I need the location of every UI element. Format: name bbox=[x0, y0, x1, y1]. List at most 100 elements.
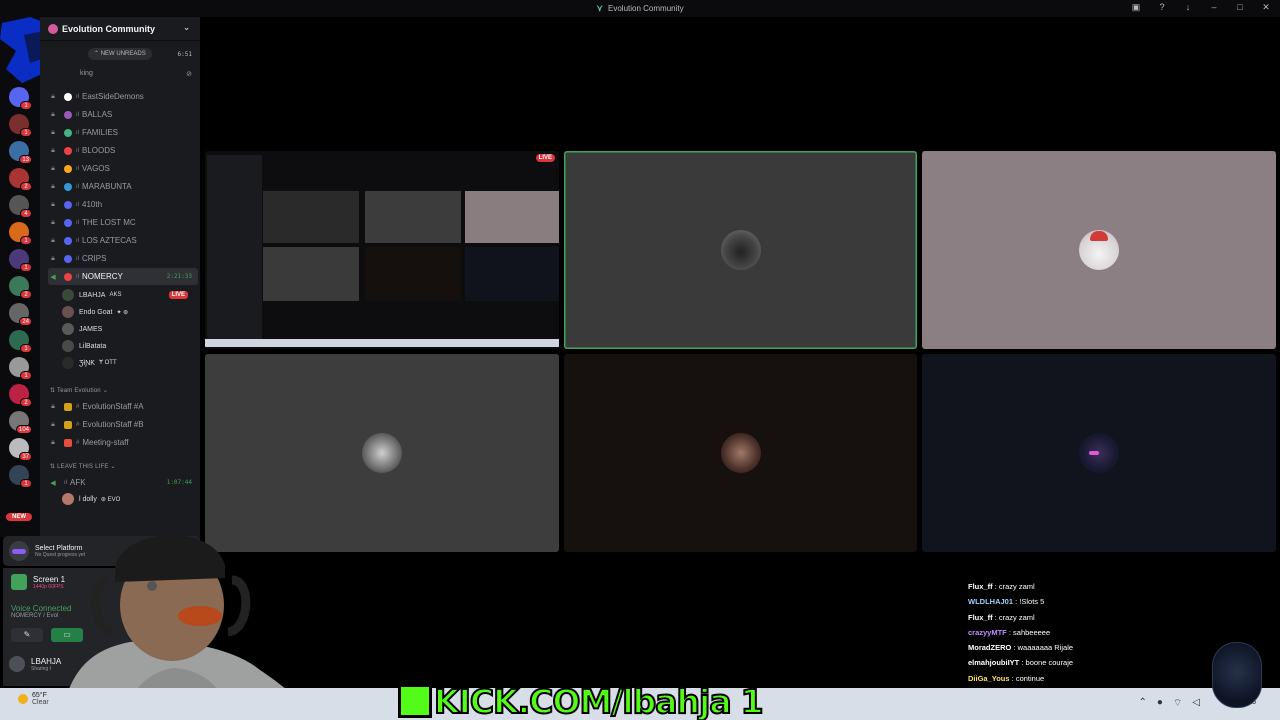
voice-channel[interactable]: 🔒︎ ıl FAMILIES bbox=[48, 124, 198, 141]
voice-member[interactable]: LBAHJA AKS LIVE bbox=[62, 287, 194, 303]
participant-tile-5[interactable] bbox=[564, 354, 917, 552]
server-icon[interactable]: 1 bbox=[9, 330, 32, 353]
server-icon[interactable]: 1 bbox=[9, 222, 32, 245]
server-icon[interactable]: 1 bbox=[9, 357, 32, 380]
channel-name: VAGOS bbox=[82, 164, 110, 173]
avatar bbox=[62, 493, 74, 505]
server-icon[interactable]: 4 bbox=[9, 195, 32, 218]
category-leave-this-life[interactable]: ⇅ LEAVE THIS LIFE ⌄ bbox=[50, 463, 116, 470]
mute-icon: ⊘ bbox=[186, 71, 192, 78]
lock-icon: 🔒︎ bbox=[51, 146, 55, 154]
channel-name: EvolutionStaff #B bbox=[82, 420, 144, 429]
server-icon[interactable]: 1 bbox=[9, 114, 32, 137]
channel-timer: 2:21:33 bbox=[166, 273, 192, 280]
voice-channel[interactable]: 🔒︎ ıl LOS AZTECAS bbox=[48, 232, 198, 249]
server-icon[interactable]: 37 bbox=[9, 438, 32, 461]
stream-tile-lbahja[interactable]: LIVE bbox=[205, 151, 559, 349]
mention-badge: 1 bbox=[20, 371, 32, 380]
channel-name: FAMILIES bbox=[82, 128, 119, 137]
mic-icon[interactable]: ● bbox=[1157, 697, 1163, 710]
voice-channel[interactable]: 🔒︎ ıl 410th bbox=[48, 196, 198, 213]
participant-tile-3[interactable] bbox=[922, 151, 1276, 349]
server-icon[interactable]: 1 bbox=[9, 249, 32, 272]
title-bar: ⋎ Evolution Community ▣ ? ↓ – □ ✕ bbox=[0, 0, 1280, 17]
voice-member-afk[interactable]: l dolly ⊛ EVO bbox=[62, 491, 194, 507]
close-icon[interactable]: ✕ bbox=[1260, 2, 1272, 13]
avatar bbox=[62, 340, 74, 352]
channel-name: AFK bbox=[70, 478, 86, 487]
phoenix-emblem-icon bbox=[1212, 642, 1262, 708]
server-icon[interactable]: 1 bbox=[9, 465, 32, 488]
inbox-icon[interactable]: ▣ bbox=[1130, 2, 1142, 13]
minimize-icon[interactable]: – bbox=[1208, 2, 1220, 13]
mention-badge: 13 bbox=[19, 155, 32, 164]
stream-preview-tile bbox=[465, 191, 559, 243]
stream-preview-tile bbox=[465, 247, 559, 301]
server-icon[interactable]: 2 bbox=[9, 384, 32, 407]
participant-tile-6[interactable] bbox=[922, 354, 1276, 552]
voice-icon: ıl bbox=[76, 219, 79, 226]
channel-king[interactable]: king bbox=[80, 70, 93, 77]
chat-message: crazyyMTF : sahbeeeee bbox=[968, 627, 1051, 637]
voice-channel[interactable]: 🔒︎ ıl BLOODS bbox=[48, 142, 198, 159]
voice-icon: ıl bbox=[76, 111, 79, 118]
server-icon[interactable]: 24 bbox=[9, 303, 32, 326]
server-icon[interactable]: 104 bbox=[9, 411, 32, 434]
stream-preview-tile bbox=[365, 247, 461, 301]
chat-username: Flux_ff bbox=[968, 582, 993, 591]
channel-dot-icon bbox=[64, 254, 72, 263]
server-icon[interactable]: 1 bbox=[9, 87, 32, 110]
unread-time: 6:51 bbox=[177, 51, 192, 58]
voice-channel-nomercy[interactable]: ◀ ıl NOMERCY 2:21:33 bbox=[48, 268, 198, 285]
voice-icon: ıl bbox=[76, 201, 79, 208]
download-icon[interactable]: ↓ bbox=[1182, 2, 1194, 13]
category-team-evolution[interactable]: ⇅ Team Evolution ⌄ bbox=[50, 387, 108, 394]
staff-channel[interactable]: 🔒︎ # EvolutionStaff #B bbox=[48, 416, 198, 433]
participant-tile-2[interactable] bbox=[564, 151, 917, 349]
lock-icon bbox=[64, 420, 72, 429]
channel-dot-icon bbox=[64, 164, 72, 173]
channel-name: NOMERCY bbox=[82, 272, 123, 281]
chat-username: WLDLHAJ01 bbox=[968, 597, 1014, 607]
weather-widget[interactable]: 65°F Clear bbox=[18, 692, 49, 706]
avatar bbox=[62, 357, 74, 369]
member-tag: ⊛ EVO bbox=[100, 496, 121, 503]
voice-channel[interactable]: 🔒︎ ıl EastSideDemons bbox=[48, 88, 198, 105]
voice-channel[interactable]: 🔒︎ ıl VAGOS bbox=[48, 160, 198, 177]
voice-member[interactable]: JAMES bbox=[62, 321, 194, 337]
voice-channel[interactable]: 🔒︎ ıl BALLAS bbox=[48, 106, 198, 123]
mention-badge: 37 bbox=[19, 452, 32, 461]
voice-channel-afk[interactable]: ◀ ıl AFK 1:07:44 bbox=[48, 474, 198, 491]
avatar bbox=[362, 433, 402, 473]
window-title: ⋎ Evolution Community bbox=[596, 3, 683, 14]
maximize-icon[interactable]: □ bbox=[1234, 2, 1246, 13]
staff-channel[interactable]: 🔒︎ # Meeting-staff bbox=[48, 434, 198, 451]
voice-member[interactable]: Endo Goat ✦ ⊛ bbox=[62, 304, 194, 320]
chevron-down-icon[interactable]: ⌄ bbox=[183, 23, 190, 32]
chevron-up-icon[interactable]: ⌃ bbox=[1138, 697, 1146, 710]
chat-message: Flux_ff : crazy zaml bbox=[968, 612, 1035, 622]
staff-channel[interactable]: 🔒︎ # EvolutionStaff #A bbox=[48, 398, 198, 415]
server-header[interactable]: Evolution Community ⌄ bbox=[40, 17, 200, 41]
server-icon[interactable]: 13 bbox=[9, 141, 32, 164]
volume-icon[interactable]: ◁ bbox=[1192, 697, 1200, 710]
channel-dot-icon bbox=[64, 272, 72, 281]
temperature: 65°F bbox=[32, 692, 47, 699]
voice-channel[interactable]: 🔒︎ ıl CRIPS bbox=[48, 250, 198, 267]
voice-channel[interactable]: 🔒︎ ıl THE LOST MC bbox=[48, 214, 198, 231]
lock-icon: 🔒︎ bbox=[51, 128, 55, 136]
voice-channel[interactable]: 🔒︎ ıl MARABUNTA bbox=[48, 178, 198, 195]
help-icon[interactable]: ? bbox=[1156, 2, 1168, 13]
new-unreads-pill[interactable]: ⌃ NEW UNREADS bbox=[88, 48, 152, 60]
channel-name: CRIPS bbox=[82, 254, 107, 263]
voice-member[interactable]: LilBatata bbox=[62, 338, 194, 354]
voice-icon: ıl bbox=[76, 273, 79, 280]
network-icon[interactable]: ⌔ bbox=[1173, 697, 1182, 710]
voice-member[interactable]: ƷƗƝƘ Ɏ OTT bbox=[62, 355, 194, 371]
chat-message: WLDLHAJ01 : !Slots 5 bbox=[968, 597, 1045, 607]
category-label: Team Evolution bbox=[57, 388, 101, 394]
server-icon[interactable]: 2 bbox=[9, 276, 32, 299]
voice-icon: ıl bbox=[76, 129, 79, 136]
lock-icon: 🔒︎ bbox=[51, 92, 55, 100]
server-icon[interactable]: 2 bbox=[9, 168, 32, 191]
